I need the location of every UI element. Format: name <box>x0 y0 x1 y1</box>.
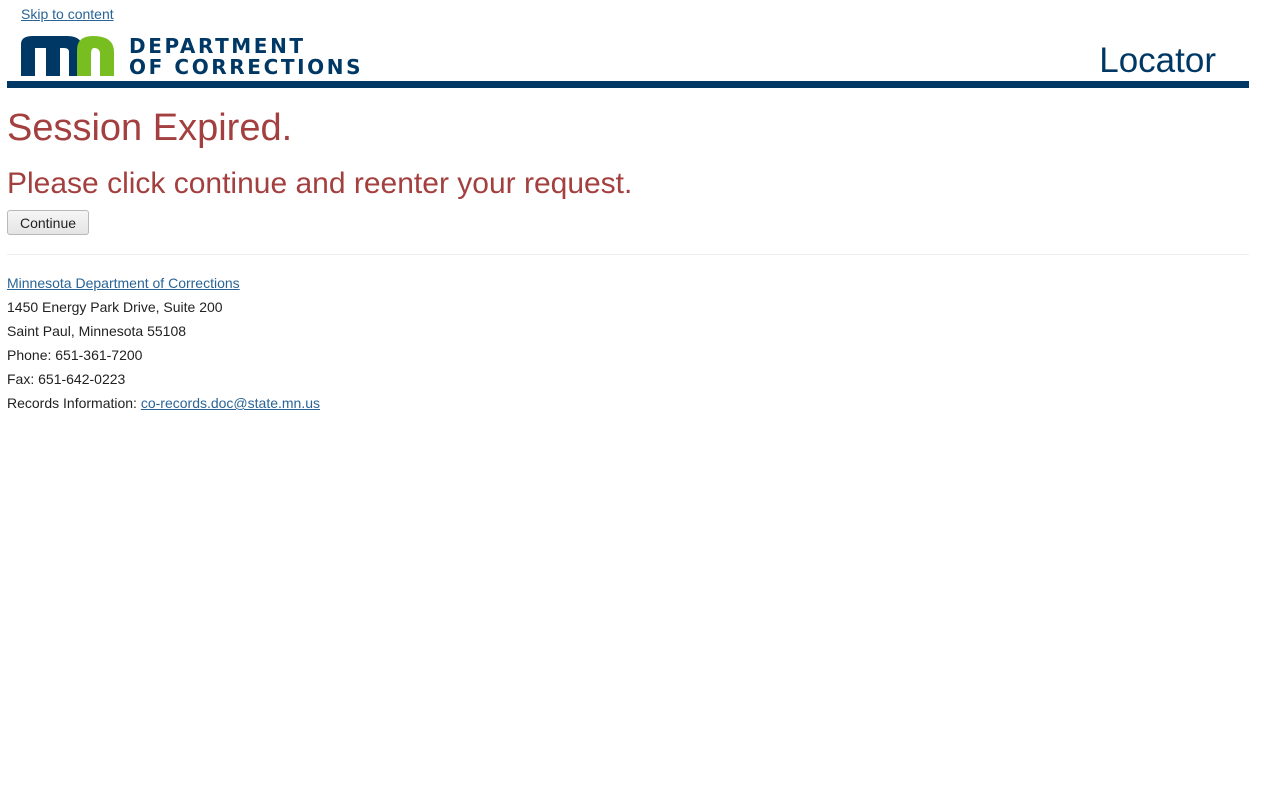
site-header: DEPARTMENT OF CORRECTIONS Locator <box>7 30 1249 88</box>
site-footer: Minnesota Department of Corrections 1450… <box>7 271 320 415</box>
continue-button[interactable]: Continue <box>7 210 89 235</box>
session-expired-message: Please click continue and reenter your r… <box>7 167 633 200</box>
address-line-1: 1450 Energy Park Drive, Suite 200 <box>7 299 223 315</box>
records-email-link[interactable]: co-records.doc@state.mn.us <box>141 395 320 411</box>
mn-logo-icon <box>21 36 114 76</box>
records-label: Records Information: <box>7 395 141 411</box>
logo-line-corrections: OF CORRECTIONS <box>129 55 364 79</box>
header-divider-bar <box>7 81 1249 88</box>
phone-number: Phone: 651-361-7200 <box>7 347 143 363</box>
org-link[interactable]: Minnesota Department of Corrections <box>7 275 240 291</box>
skip-to-content-link[interactable]: Skip to content <box>21 6 114 22</box>
records-info-row: Records Information: co-records.doc@stat… <box>7 391 320 415</box>
mn-doc-logo[interactable]: DEPARTMENT OF CORRECTIONS <box>21 34 361 78</box>
logo-wordmark: DEPARTMENT OF CORRECTIONS <box>129 36 363 78</box>
footer-org-row: Minnesota Department of Corrections <box>7 271 320 295</box>
logo-line-department: DEPARTMENT <box>129 34 306 58</box>
fax-number: Fax: 651-642-0223 <box>7 371 126 387</box>
footer-divider <box>7 254 1249 255</box>
page: Skip to content DEPARTMENT OF CORRECTION… <box>0 0 1280 800</box>
app-title: Locator <box>1099 41 1216 80</box>
session-expired-heading: Session Expired. <box>7 107 293 149</box>
address-line-2: Saint Paul, Minnesota 55108 <box>7 323 187 339</box>
